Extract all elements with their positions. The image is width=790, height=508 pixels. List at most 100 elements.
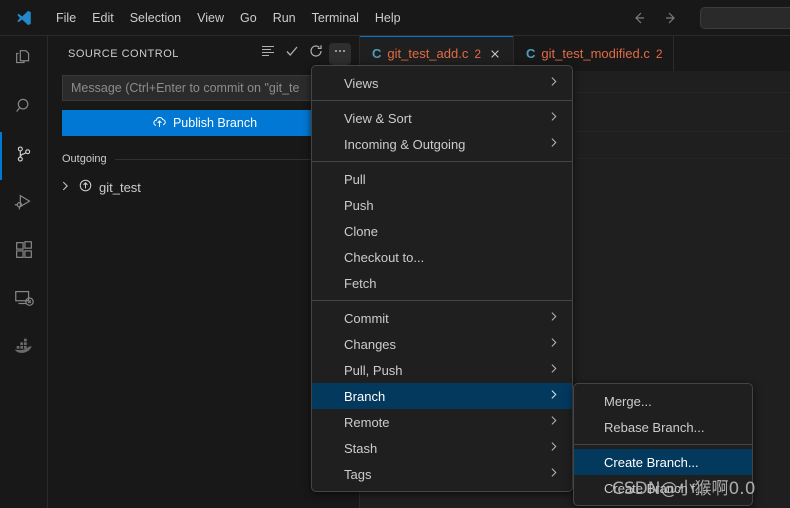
menu-item-view-sort[interactable]: View & Sort xyxy=(312,105,572,131)
menubar-item-run[interactable]: Run xyxy=(265,6,304,30)
menubar-item-go[interactable]: Go xyxy=(232,6,265,30)
arrow-right-icon[interactable] xyxy=(662,9,680,27)
activity-item-search[interactable] xyxy=(0,84,48,132)
branch-submenu[interactable]: Merge... Rebase Branch... Create Branch...… xyxy=(573,383,753,506)
menu-item-checkout-to[interactable]: Checkout to... xyxy=(312,244,572,270)
submenu-item-merge[interactable]: Merge... xyxy=(574,388,752,414)
submenu-item-create-branch-f[interactable]: Create Branch f... xyxy=(574,475,752,501)
chevron-right-icon xyxy=(547,466,560,482)
submenu-item-rebase-branch[interactable]: Rebase Branch... xyxy=(574,414,752,440)
chevron-right-icon xyxy=(547,136,560,152)
menu-item-changes[interactable]: Changes xyxy=(312,331,572,357)
search-input[interactable] xyxy=(700,7,790,29)
menubar-item-edit[interactable]: Edit xyxy=(84,6,122,30)
run-debug-icon xyxy=(13,191,35,218)
menu-item-label: Pull, Push xyxy=(344,362,403,378)
activity-item-source-control[interactable] xyxy=(0,132,48,180)
outgoing-item-label: git_test xyxy=(99,179,141,195)
menu-item-clone[interactable]: Clone xyxy=(312,218,572,244)
menu-item-label: Changes xyxy=(344,336,397,352)
list-icon xyxy=(260,43,276,64)
menu-item-label: Clone xyxy=(344,223,378,239)
menu-separator xyxy=(574,444,752,445)
c-file-icon: C xyxy=(372,46,382,61)
menu-separator xyxy=(312,300,572,301)
menubar-item-view[interactable]: View xyxy=(189,6,232,30)
menu-item-label: Incoming & Outgoing xyxy=(344,136,466,152)
menu-item-label: Pull xyxy=(344,171,366,187)
menubar-item-terminal[interactable]: Terminal xyxy=(304,6,367,30)
chevron-right-icon xyxy=(547,336,560,352)
menubar-item-selection[interactable]: Selection xyxy=(122,6,189,30)
chevron-right-icon xyxy=(547,388,560,404)
menu-item-label: Create Branch... xyxy=(604,454,699,470)
cloud-upload-icon xyxy=(152,114,167,132)
panel-actions xyxy=(257,42,355,65)
view-as-list-button[interactable] xyxy=(257,43,279,65)
chevron-right-icon xyxy=(547,440,560,456)
publish-branch-button[interactable]: Publish Branch xyxy=(62,110,347,136)
vscode-window: File Edit Selection View Go Run Terminal Help xyxy=(0,0,790,508)
ellipsis-icon xyxy=(332,43,348,64)
commit-button[interactable] xyxy=(281,43,303,65)
menu-item-label: Rebase Branch... xyxy=(604,419,705,435)
search-icon xyxy=(13,95,35,122)
menu-item-label: Merge... xyxy=(604,393,652,409)
menu-item-commit[interactable]: Commit xyxy=(312,305,572,331)
editor-tab-label: git_test_add.c xyxy=(387,46,469,61)
files-icon xyxy=(13,47,35,74)
menu-item-pull[interactable]: Pull xyxy=(312,166,572,192)
commit-message-input[interactable]: Message (Ctrl+Enter to commit on "git_te xyxy=(62,75,347,101)
menu-item-tags[interactable]: Tags xyxy=(312,461,572,487)
chevron-right-icon xyxy=(547,310,560,326)
chevron-right-icon xyxy=(547,362,560,378)
editor-tab-label: git_test_modified.c xyxy=(541,46,650,61)
commit-message-placeholder: Message (Ctrl+Enter to commit on "git_te xyxy=(71,81,300,95)
menu-item-label: Stash xyxy=(344,440,378,456)
editor-tab-badge: 2 xyxy=(655,46,663,61)
check-icon xyxy=(284,43,300,64)
more-actions-button[interactable] xyxy=(329,42,351,65)
activity-item-run-and-debug[interactable] xyxy=(0,180,48,228)
menu-item-views[interactable]: Views xyxy=(312,70,572,96)
menubar-item-file[interactable]: File xyxy=(48,6,84,30)
menu-item-label: Branch xyxy=(344,388,386,404)
close-icon[interactable] xyxy=(487,46,503,62)
vscode-logo-icon xyxy=(0,0,48,36)
menu-separator xyxy=(312,161,572,162)
chevron-right-icon xyxy=(547,75,560,91)
menu-item-push[interactable]: Push xyxy=(312,192,572,218)
activity-item-remote-explorer[interactable] xyxy=(0,276,48,324)
source-control-context-menu[interactable]: Views View & Sort Incoming & Outgoing Pull P… xyxy=(311,65,573,492)
arrow-left-icon[interactable] xyxy=(630,9,648,27)
menu-item-label: Remote xyxy=(344,414,390,430)
extensions-icon xyxy=(13,239,35,266)
chevron-right-icon xyxy=(547,414,560,430)
menu-item-incoming-outgoing[interactable]: Incoming & Outgoing xyxy=(312,131,572,157)
menu-item-remote[interactable]: Remote xyxy=(312,409,572,435)
menubar-item-help[interactable]: Help xyxy=(367,6,409,30)
activity-item-extensions[interactable] xyxy=(0,228,48,276)
menu-item-fetch[interactable]: Fetch xyxy=(312,270,572,296)
activity-item-explorer[interactable] xyxy=(0,36,48,84)
submenu-item-create-branch[interactable]: Create Branch... xyxy=(574,449,752,475)
menu-item-label: Push xyxy=(344,197,374,213)
editor-tab-badge: 2 xyxy=(474,46,482,61)
menu-item-label: Commit xyxy=(344,310,389,326)
chevron-right-icon[interactable] xyxy=(58,179,72,196)
menu-item-stash[interactable]: Stash xyxy=(312,435,572,461)
refresh-button[interactable] xyxy=(305,43,327,65)
activity-item-docker[interactable] xyxy=(0,324,48,372)
publish-branch-label: Publish Branch xyxy=(172,116,258,130)
menu-item-branch[interactable]: Branch xyxy=(312,383,572,409)
panel-title: SOURCE CONTROL xyxy=(68,47,179,60)
arrow-circle-up-icon xyxy=(78,178,93,196)
menu-item-label: Tags xyxy=(344,466,372,482)
menu-item-pull-push[interactable]: Pull, Push xyxy=(312,357,572,383)
menu-bar: File Edit Selection View Go Run Terminal Help xyxy=(48,0,409,36)
menu-separator xyxy=(312,100,572,101)
menu-item-label: View & Sort xyxy=(344,110,412,126)
docker-icon xyxy=(13,335,35,362)
menu-item-label: Create Branch f... xyxy=(604,480,706,496)
refresh-icon xyxy=(308,43,324,64)
